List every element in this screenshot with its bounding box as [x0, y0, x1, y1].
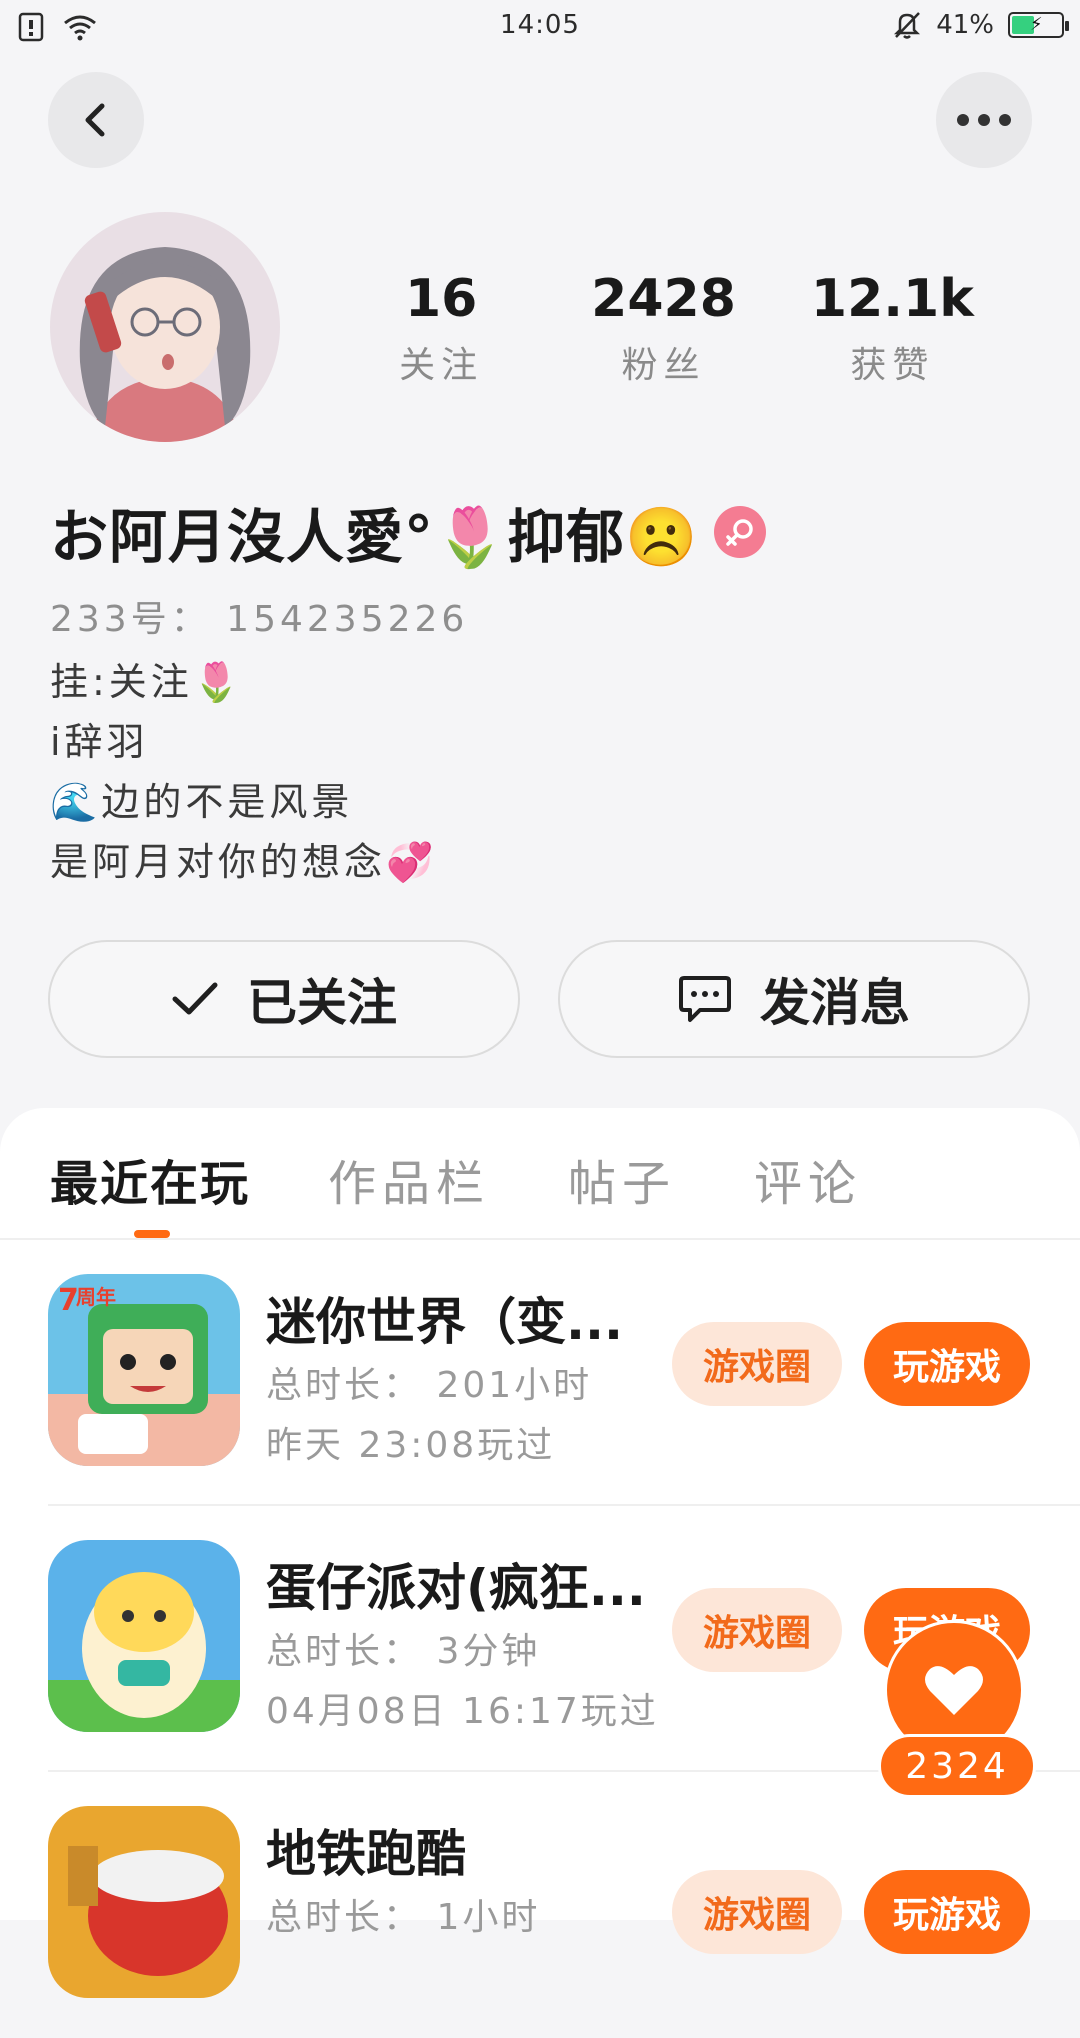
chat-bubble-icon: [679, 976, 731, 1022]
check-icon: [172, 982, 218, 1015]
stat-likes-label: 获赞: [850, 345, 935, 386]
game-meta: 总时长： 201小时 昨天 23:08玩过: [266, 1356, 592, 1476]
game-last-played: 04月08日 16:17玩过: [266, 1691, 659, 1732]
svg-text:周年: 周年: [76, 1285, 116, 1309]
tab-posts[interactable]: 帖子: [568, 1144, 676, 1214]
play-game-button[interactable]: 玩游戏: [864, 1870, 1030, 1954]
followed-label: 已关注: [247, 974, 397, 1032]
back-button[interactable]: [48, 72, 144, 168]
stat-following-value: 16: [404, 269, 478, 329]
game-name: 迷你世界（变...: [266, 1293, 623, 1351]
floating-like-button[interactable]: 2324: [878, 1620, 1036, 1800]
bio-line: i辞羽: [50, 720, 149, 764]
stat-likes-value: 12.1k: [810, 269, 974, 329]
game-name: 地铁跑酷: [266, 1825, 466, 1883]
game-duration: 总时长： 201小时: [266, 1365, 593, 1406]
game-circle-button[interactable]: 游戏圈: [672, 1588, 842, 1672]
tab-works[interactable]: 作品栏: [328, 1144, 490, 1214]
stat-fans-value: 2428: [591, 269, 736, 329]
game-duration: 总时长： 3分钟: [266, 1631, 541, 1672]
game-icon-eggy-party[interactable]: [48, 1540, 240, 1732]
game-last-played: 昨天 23:08玩过: [266, 1425, 556, 1466]
send-message-button[interactable]: 发消息: [558, 940, 1030, 1058]
nickname: お阿月沒人愛°🌷抑郁☹️: [50, 503, 699, 571]
bio-line: 是阿月对你的想念💞: [50, 840, 438, 884]
game-duration: 总时长： 1小时: [266, 1897, 541, 1938]
stats-row: 16 关注 2428 粉丝 12.1k 获赞: [330, 268, 1010, 388]
stat-fans[interactable]: 2428 粉丝: [589, 268, 739, 388]
stat-following[interactable]: 16 关注: [366, 268, 516, 388]
game-row[interactable]: 7 周年 迷你世界（变... 总时长： 201小时 昨天 23:08玩过 游戏圈…: [0, 1240, 1080, 1506]
game-name: 蛋仔派对(疯狂...: [266, 1559, 646, 1617]
game-row[interactable]: 地铁跑酷 总时长： 1小时 游戏圈 玩游戏: [0, 1772, 1080, 2038]
stat-fans-label: 粉丝: [621, 345, 706, 386]
user-id-label: 233号：: [50, 599, 211, 640]
tab-comments[interactable]: 评论: [754, 1144, 862, 1214]
followed-button[interactable]: 已关注: [48, 940, 520, 1058]
chevron-left-icon: [85, 103, 105, 137]
user-id-row: 233号： 154235226: [50, 590, 468, 642]
game-icon-mini-world[interactable]: 7 周年: [48, 1274, 240, 1466]
status-right: 41% ⚡: [892, 10, 1069, 40]
game-icon-subway-surfers[interactable]: [48, 1806, 240, 1998]
mute-bell-icon: [894, 12, 921, 39]
game-meta: 总时长： 1小时: [266, 1888, 540, 1948]
bio: 挂:关注🌷 i辞羽 🌊边的不是风景 是阿月对你的想念💞: [50, 652, 437, 892]
battery-icon: ⚡: [1008, 12, 1069, 38]
more-button[interactable]: [936, 72, 1032, 168]
female-gender-icon: [714, 506, 767, 558]
play-game-button[interactable]: 玩游戏: [864, 1322, 1030, 1406]
avatar-image: [50, 212, 280, 442]
status-bar: 14:05 41% ⚡: [0, 0, 1080, 54]
like-count: 2324: [878, 1734, 1036, 1798]
game-meta: 总时长： 3分钟 04月08日 16:17玩过: [266, 1622, 659, 1742]
more-dots-icon: [957, 114, 1011, 126]
game-circle-button[interactable]: 游戏圈: [672, 1870, 842, 1954]
tab-recently-played[interactable]: 最近在玩: [50, 1144, 250, 1214]
bio-line: 🌊边的不是风景: [50, 780, 354, 824]
avatar[interactable]: [50, 212, 280, 442]
bio-line: 挂:关注🌷: [50, 660, 245, 704]
heart-icon: [925, 1666, 983, 1715]
active-tab-indicator: [134, 1230, 170, 1238]
stat-likes[interactable]: 12.1k 获赞: [811, 268, 974, 388]
game-circle-button[interactable]: 游戏圈: [672, 1322, 842, 1406]
tab-bar: 最近在玩 作品栏 帖子 评论: [50, 1144, 862, 1214]
stat-following-label: 关注: [399, 345, 484, 386]
send-message-label: 发消息: [760, 974, 910, 1032]
nickname-row: お阿月沒人愛°🌷抑郁☹️: [50, 490, 767, 574]
user-id[interactable]: 154235226: [226, 599, 468, 640]
battery-percent: 41%: [936, 10, 994, 40]
